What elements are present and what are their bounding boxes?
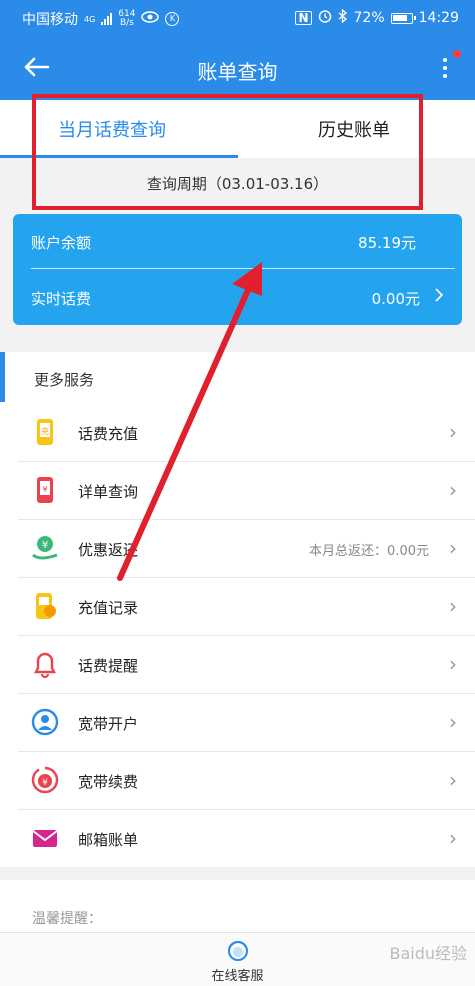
status-left: 中国移动 4G 614 B/s K [22,9,180,29]
alarm-icon [318,9,332,27]
carrier-label: 中国移动 [22,12,78,28]
chevron-right-icon: › [449,478,457,502]
balance-value: 85.19元 [358,234,416,252]
recharge-icon: 充 [30,417,60,447]
eye-icon [141,11,160,27]
notification-dot [453,50,461,58]
page-title: 账单查询 [197,60,278,84]
realtime-value: 0.00元 [371,290,420,308]
top-bar: 中国移动 4G 614 B/s K N 72% 14:29 账单查询 [0,0,475,100]
clock-time: 14:29 [418,10,459,26]
more-menu-button[interactable] [437,54,453,82]
network-label: 4G [84,14,96,24]
svg-text:¥: ¥ [42,778,48,788]
service-item-record[interactable]: 充值记录 › [0,578,475,636]
k-icon: K [165,12,180,26]
more-dot-icon [443,66,447,70]
service-item-recharge[interactable]: 充 话费充值 › [0,404,475,462]
service-item-broadband-open[interactable]: 宽带开户 › [0,694,475,752]
customer-service-icon [226,939,250,963]
realtime-label: 实时话费 [31,290,92,308]
service-label: 详单查询 [78,483,139,501]
app-header: 账单查询 [0,36,475,100]
renew-icon: ¥ [30,765,60,795]
status-right: N 72% 14:29 [295,8,459,27]
watermark-text: Baidu经验 [389,944,467,963]
service-item-detail[interactable]: ¥ 详单查询 › [0,462,475,520]
balance-row: 账户余额 85.19元 [13,214,462,269]
service-item-cashback[interactable]: ¥ 优惠返还 本月总返还：0.00元 › [0,520,475,578]
speed-unit: B/s [119,18,134,28]
balance-card: 账户余额 85.19元 实时话费 0.00元 [13,214,462,325]
record-icon [30,591,60,621]
status-bar: 中国移动 4G 614 B/s K N 72% 14:29 [0,0,475,36]
mail-icon [30,823,60,853]
chevron-right-icon [434,287,444,307]
svg-text:充: 充 [41,426,49,436]
bluetooth-icon [338,8,348,27]
card-divider [31,268,455,269]
service-label: 优惠返还 [78,541,139,559]
services-section: 更多服务 充 话费充值 › ¥ 详单查询 › ¥ 优惠返还 本月总返还：0.00… [0,352,475,867]
balance-label: 账户余额 [31,234,92,252]
speed-readout: 614 B/s [118,10,135,28]
cashback-icon: ¥ [30,533,60,563]
realtime-fee-row[interactable]: 实时话费 0.00元 [13,270,462,325]
phone-bill-icon: ¥ [30,475,60,505]
more-dot-icon [443,58,447,62]
service-label: 邮箱账单 [78,831,139,849]
tab-current-month[interactable]: 当月话费查询 [58,116,166,142]
query-period: 查询周期（03.01-03.16） [0,158,475,210]
chevron-right-icon: › [449,826,457,850]
nfc-icon: N [295,11,312,25]
tips-section: 温馨提醒： [0,880,475,934]
service-label: 话费提醒 [78,657,139,675]
service-label: 话费充值 [78,425,139,443]
svg-text:¥: ¥ [42,540,48,551]
chevron-right-icon: › [449,768,457,792]
cashback-total: 本月总返还：0.00元 [309,544,429,559]
tips-label: 温馨提醒： [32,911,102,927]
battery-icon [390,12,416,24]
service-label: 充值记录 [78,599,139,617]
chevron-right-icon: › [449,420,457,444]
chevron-right-icon: › [449,652,457,676]
section-accent-bar [0,352,5,402]
service-item-reminder[interactable]: 话费提醒 › [0,636,475,694]
bell-icon [30,649,60,679]
service-item-mail-bill[interactable]: 邮箱账单 › [0,810,475,868]
battery-percent: 72% [353,10,385,26]
signal-icon [101,13,113,25]
tab-bar: 当月话费查询 历史账单 [0,100,475,158]
tab-history[interactable]: 历史账单 [318,116,390,142]
customer-service-label: 在线客服 [211,969,264,984]
chevron-right-icon: › [449,536,457,560]
service-label: 宽带开户 [78,715,139,733]
chevron-right-icon: › [449,710,457,734]
chevron-right-icon: › [449,594,457,618]
service-label: 宽带续费 [78,773,139,791]
service-item-broadband-renew[interactable]: ¥ 宽带续费 › [0,752,475,810]
svg-text:¥: ¥ [42,485,47,494]
broadband-icon [30,707,60,737]
services-heading: 更多服务 [34,371,95,389]
services-header: 更多服务 [0,352,475,406]
more-dot-icon [443,74,447,78]
